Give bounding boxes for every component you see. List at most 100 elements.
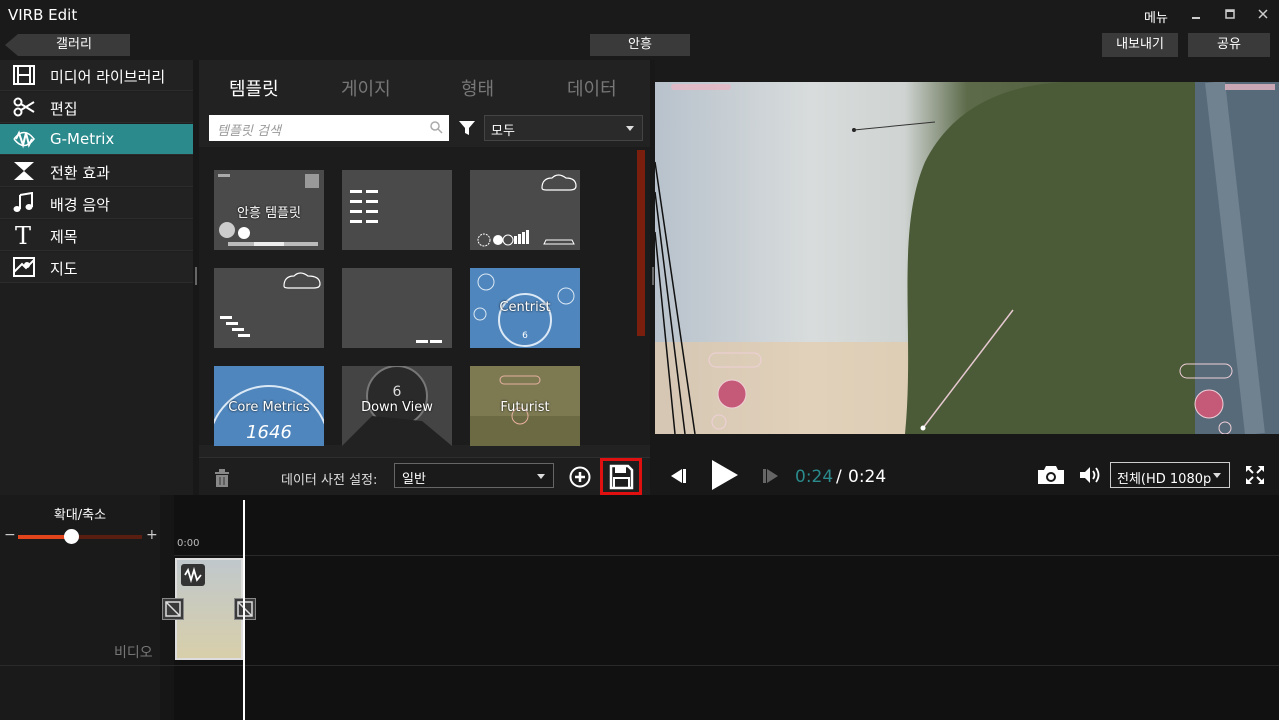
template-thumb-cloud[interactable] [470, 170, 580, 250]
next-frame-icon[interactable] [762, 467, 782, 489]
sidebar-item-label: 제목 [50, 228, 78, 246]
top-bar: 갤러리 안흥 내보내기 공유 [0, 30, 1279, 60]
template-scrollbar[interactable] [637, 150, 645, 336]
zoom-out-button[interactable]: − [4, 527, 16, 543]
zoom-slider-fill [18, 535, 72, 539]
quality-value: 전체(HD 1080p [1117, 472, 1212, 487]
sidebar-item-label: 배경 음악 [50, 196, 110, 214]
template-thumb-stairs[interactable] [214, 268, 324, 348]
trash-icon[interactable] [213, 468, 231, 488]
player-controls: 0:24 / 0:24 전체(HD 1080p [655, 434, 1279, 495]
template-search-input[interactable]: 템플릿 검색 [209, 115, 449, 141]
save-icon [609, 464, 634, 490]
playhead[interactable] [243, 500, 245, 720]
app-title: VIRB Edit [8, 6, 78, 24]
sidebar-item-label: 편집 [50, 100, 78, 118]
share-button[interactable]: 공유 [1188, 33, 1270, 57]
quality-dropdown[interactable]: 전체(HD 1080p [1110, 462, 1230, 488]
chevron-down-icon [537, 474, 545, 479]
fullscreen-icon[interactable] [1244, 464, 1266, 490]
map-icon [12, 256, 36, 278]
zoom-label: 확대/축소 [53, 508, 107, 523]
current-time: 0:24 [795, 467, 834, 487]
previous-frame-icon[interactable] [667, 467, 687, 489]
video-preview[interactable] [655, 82, 1279, 434]
maximize-icon[interactable] [1222, 6, 1238, 22]
template-label: Centrist [499, 300, 551, 315]
sidebar-item-background-music[interactable]: 배경 음악 [0, 188, 193, 219]
sidebar-item-titles[interactable]: T 제목 [0, 220, 193, 251]
splitter-grip[interactable] [195, 267, 197, 285]
tab-templates[interactable]: 템플릿 [229, 75, 279, 101]
video-clip[interactable] [175, 558, 243, 660]
gmetrix-clip-icon [181, 564, 205, 586]
sidebar-item-label: G-Metrix [50, 130, 115, 148]
time-separator: / [836, 467, 842, 487]
project-name[interactable]: 안흥 [590, 34, 690, 56]
title-bar: VIRB Edit 메뉴 [0, 0, 1279, 30]
close-icon[interactable] [1255, 6, 1271, 22]
panel-footer: 데이터 사전 설정: 일반 [199, 457, 650, 495]
tab-gauges[interactable]: 게이지 [341, 75, 391, 101]
gallery-button[interactable]: 갤러리 [18, 34, 130, 56]
sidebar-item-media-library[interactable]: 미디어 라이브러리 [0, 60, 193, 91]
video-track-label: 비디오 [114, 645, 153, 661]
splitter-grip[interactable] [652, 267, 654, 285]
svg-text:6: 6 [393, 384, 402, 400]
transition-out-icon[interactable] [234, 598, 256, 620]
template-label: Down View [361, 400, 433, 415]
back-arrow-icon[interactable] [5, 34, 18, 56]
zoom-slider-handle[interactable] [64, 529, 80, 544]
video-frame [655, 82, 1279, 434]
gmetrix-icon [12, 128, 36, 150]
timeline: 확대/축소 − + 비디오 0:00 [0, 495, 1279, 720]
svg-text:T: T [15, 224, 31, 246]
template-thumb-core-metrics[interactable]: 1646 Core Metrics [214, 366, 324, 446]
tab-shapes[interactable]: 형태 [461, 75, 494, 101]
sidebar-item-label: 지도 [50, 260, 78, 278]
tab-data[interactable]: 데이터 [567, 75, 617, 101]
track-divider [174, 555, 1279, 556]
play-icon[interactable] [710, 459, 740, 495]
add-template-icon[interactable] [569, 466, 591, 488]
template-label: 안흥 템플릿 [237, 206, 301, 221]
zoom-in-button[interactable]: + [146, 527, 158, 543]
template-thumb-centrist[interactable]: 6 Centrist [470, 268, 580, 348]
track-divider [0, 665, 1279, 666]
template-thumb-minimal[interactable] [342, 268, 452, 348]
chevron-down-icon [1213, 473, 1221, 478]
filter-icon[interactable] [458, 119, 476, 137]
total-time: 0:24 [848, 467, 887, 487]
template-thumb-futurist[interactable]: Futurist [470, 366, 580, 446]
save-template-button[interactable] [600, 458, 642, 495]
gmetrix-panel: 템플릿 게이지 형태 데이터 템플릿 검색 모두 안흥 템플릿 6 Centri… [199, 60, 650, 495]
search-placeholder: 템플릿 검색 [217, 124, 281, 139]
filter-value: 모두 [491, 124, 515, 139]
template-thumb-list[interactable] [342, 170, 452, 250]
svg-text:1646: 1646 [246, 422, 292, 443]
music-note-icon [12, 191, 36, 214]
template-label: Futurist [500, 400, 550, 415]
sidebar-item-gmetrix[interactable]: G-Metrix [0, 124, 193, 155]
menu-button[interactable]: 메뉴 [1144, 7, 1168, 26]
template-grid: 안흥 템플릿 6 Centrist 1646 Core Metrics 6 Do… [199, 147, 650, 446]
sidebar-item-map[interactable]: 지도 [0, 252, 193, 283]
filter-dropdown[interactable]: 모두 [484, 115, 643, 141]
volume-icon[interactable] [1078, 465, 1102, 489]
transition-in-icon[interactable] [162, 598, 184, 620]
timeline-header: 확대/축소 − + 비디오 [0, 495, 160, 720]
template-thumb-custom[interactable]: 안흥 템플릿 [214, 170, 324, 250]
sidebar-item-edit[interactable]: 편집 [0, 92, 193, 123]
svg-text:6: 6 [522, 331, 528, 341]
data-preset-value: 일반 [402, 472, 426, 487]
template-thumb-down-view[interactable]: 6 Down View [342, 366, 452, 446]
sidebar-item-transitions[interactable]: 전환 효과 [0, 156, 193, 187]
minimize-icon[interactable] [1188, 6, 1204, 22]
film-icon [12, 64, 36, 86]
transition-icon [12, 160, 36, 182]
sidebar: 미디어 라이브러리 편집 G-Metrix 전환 효과 배경 음악 T 제목 지… [0, 60, 193, 495]
export-button[interactable]: 내보내기 [1102, 33, 1178, 57]
camera-icon[interactable] [1036, 464, 1066, 490]
data-preset-label: 데이터 사전 설정: [281, 473, 378, 488]
data-preset-dropdown[interactable]: 일반 [394, 463, 554, 488]
